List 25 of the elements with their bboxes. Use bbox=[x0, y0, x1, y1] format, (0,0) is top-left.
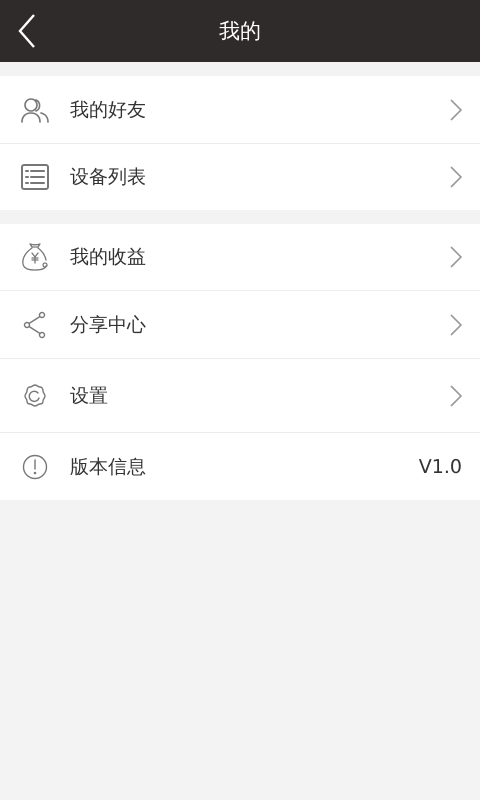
menu-item[interactable]: 版本信息 V1.0 bbox=[0, 433, 480, 500]
list-icon bbox=[21, 164, 49, 190]
item-label: 分享中心 bbox=[70, 312, 147, 338]
menu-item[interactable]: 分享中心 bbox=[0, 291, 480, 359]
chevron-icon bbox=[450, 98, 462, 120]
chevron-icon bbox=[450, 314, 462, 336]
menu-item[interactable]: 我的好友 bbox=[0, 76, 480, 144]
item-label: 我的好友 bbox=[70, 98, 147, 122]
settings-icon bbox=[22, 382, 48, 408]
money-bag-icon bbox=[21, 242, 49, 272]
menu-item[interactable]: 设备列表 bbox=[0, 144, 480, 210]
item-label: 版本信息 bbox=[70, 454, 147, 480]
info-icon bbox=[22, 454, 48, 480]
people-icon bbox=[21, 96, 49, 122]
menu-item[interactable]: 我的收益 bbox=[0, 224, 480, 291]
share-icon bbox=[23, 310, 47, 338]
item-label: 设备列表 bbox=[70, 165, 147, 190]
chevron-icon bbox=[450, 166, 462, 188]
page-title: 我的 bbox=[219, 18, 261, 45]
item-label: 我的收益 bbox=[70, 245, 147, 270]
item-label: 设置 bbox=[70, 384, 109, 408]
menu-item[interactable]: 设置 bbox=[0, 359, 480, 433]
chevron-icon bbox=[450, 246, 462, 268]
version-value: V1.0 bbox=[418, 456, 462, 478]
chevron-icon bbox=[450, 384, 462, 406]
